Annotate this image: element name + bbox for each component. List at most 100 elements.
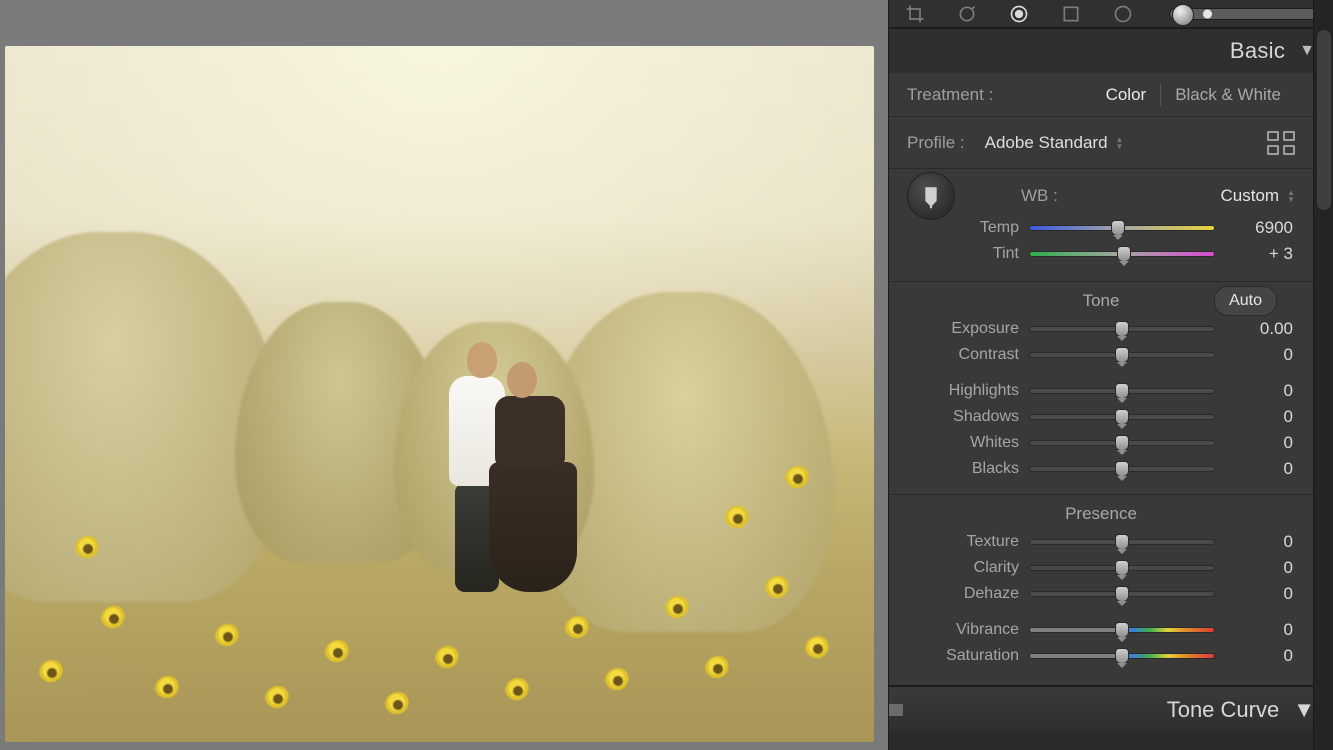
white-balance-group: WB : Custom ▲▼ Temp 6900 Tint bbox=[889, 169, 1313, 282]
texture-value[interactable]: 0 bbox=[1225, 532, 1295, 552]
highlights-label: Highlights bbox=[907, 382, 1019, 400]
basic-panel-header[interactable]: Basic ▼ bbox=[889, 29, 1333, 73]
updown-chev-icon: ▲▼ bbox=[1116, 136, 1124, 150]
clarity-value[interactable]: 0 bbox=[1225, 558, 1295, 578]
flower-shape bbox=[785, 466, 811, 492]
profile-row: Profile : Adobe Standard ▲▼ bbox=[889, 117, 1313, 169]
whites-label: Whites bbox=[907, 434, 1019, 452]
tone-curve-title: Tone Curve bbox=[1167, 697, 1280, 723]
vibrance-value[interactable]: 0 bbox=[1225, 620, 1295, 640]
develop-panel-column: Basic ▼ Treatment : Color Black & White … bbox=[888, 0, 1333, 750]
temp-label: Temp bbox=[907, 219, 1019, 237]
profile-label: Profile : bbox=[907, 133, 965, 153]
basic-panel: Basic ▼ Treatment : Color Black & White … bbox=[889, 28, 1333, 686]
blacks-slider[interactable] bbox=[1029, 461, 1215, 477]
vibrance-slider[interactable] bbox=[1029, 622, 1215, 638]
exposure-label: Exposure bbox=[907, 320, 1019, 338]
subject-couple bbox=[445, 322, 575, 592]
redeye-tool-icon[interactable] bbox=[1005, 3, 1033, 25]
texture-label: Texture bbox=[907, 533, 1019, 551]
radial-filter-tool-icon[interactable] bbox=[1109, 3, 1137, 25]
dehaze-value[interactable]: 0 bbox=[1225, 584, 1295, 604]
panel-scrollbar[interactable] bbox=[1313, 0, 1333, 750]
chevron-down-icon: ▼ bbox=[1293, 697, 1315, 723]
flower-shape bbox=[665, 596, 691, 622]
highlights-slider[interactable] bbox=[1029, 383, 1215, 399]
whites-slider[interactable] bbox=[1029, 435, 1215, 451]
tone-curve-panel-header[interactable]: Tone Curve ▼ bbox=[889, 686, 1333, 732]
auto-tone-button[interactable]: Auto bbox=[1214, 286, 1277, 316]
temp-slider[interactable] bbox=[1029, 220, 1215, 236]
presence-heading: Presence bbox=[1065, 504, 1137, 524]
subject-woman bbox=[495, 362, 570, 592]
adjustment-brush-size-slider[interactable] bbox=[1169, 8, 1321, 20]
flower-shape bbox=[101, 606, 127, 632]
updown-chev-icon: ▲▼ bbox=[1287, 189, 1295, 203]
flower-shape bbox=[385, 692, 411, 718]
flower-shape bbox=[325, 640, 351, 666]
dehaze-label: Dehaze bbox=[907, 585, 1019, 603]
vibrance-label: Vibrance bbox=[907, 621, 1019, 639]
panel-toggle-icon[interactable] bbox=[889, 704, 903, 716]
preview-area bbox=[0, 0, 888, 750]
local-adjustment-toolstrip bbox=[889, 0, 1333, 28]
treatment-color-option[interactable]: Color bbox=[1092, 85, 1161, 105]
tint-slider[interactable] bbox=[1029, 246, 1215, 262]
wb-eyedropper-button[interactable] bbox=[907, 172, 955, 220]
blacks-label: Blacks bbox=[907, 460, 1019, 478]
flower-shape bbox=[505, 678, 531, 704]
tint-row: Tint + 3 bbox=[907, 241, 1295, 267]
shadows-value[interactable]: 0 bbox=[1225, 407, 1295, 427]
flower-shape bbox=[435, 646, 461, 672]
highlights-value[interactable]: 0 bbox=[1225, 381, 1295, 401]
clarity-slider[interactable] bbox=[1029, 560, 1215, 576]
temp-value[interactable]: 6900 bbox=[1225, 218, 1295, 238]
clarity-label: Clarity bbox=[907, 559, 1019, 577]
shadows-slider[interactable] bbox=[1029, 409, 1215, 425]
exposure-value[interactable]: 0.00 bbox=[1225, 319, 1295, 339]
profile-value: Adobe Standard bbox=[985, 133, 1108, 153]
profile-dropdown[interactable]: Adobe Standard ▲▼ bbox=[985, 133, 1124, 153]
wb-preset-value: Custom bbox=[1221, 186, 1280, 206]
flower-shape bbox=[565, 616, 591, 642]
wb-label: WB : bbox=[1021, 186, 1058, 206]
exposure-slider[interactable] bbox=[1029, 321, 1215, 337]
shadows-label: Shadows bbox=[907, 408, 1019, 426]
treatment-row: Treatment : Color Black & White bbox=[889, 73, 1313, 117]
blacks-value[interactable]: 0 bbox=[1225, 459, 1295, 479]
temp-row: Temp 6900 bbox=[907, 215, 1295, 241]
saturation-slider[interactable] bbox=[1029, 648, 1215, 664]
saturation-label: Saturation bbox=[907, 647, 1019, 665]
flower-shape bbox=[605, 668, 631, 694]
presence-group: Presence Texture 0 Clarity 0 Dehaze 0 Vi… bbox=[889, 495, 1313, 685]
tint-label: Tint bbox=[907, 245, 1019, 263]
texture-slider[interactable] bbox=[1029, 534, 1215, 550]
whites-value[interactable]: 0 bbox=[1225, 433, 1295, 453]
flower-shape bbox=[215, 624, 241, 650]
flower-shape bbox=[705, 656, 731, 682]
scrollbar-thumb[interactable] bbox=[1317, 30, 1331, 210]
tone-group: Tone Auto Exposure 0.00 Contrast 0 Highl… bbox=[889, 282, 1313, 495]
preview-image[interactable] bbox=[5, 46, 874, 742]
flower-shape bbox=[75, 536, 101, 562]
graduated-filter-tool-icon[interactable] bbox=[1057, 3, 1085, 25]
crop-tool-icon[interactable] bbox=[901, 3, 929, 25]
tone-heading: Tone bbox=[1083, 291, 1120, 311]
wb-preset-dropdown[interactable]: Custom ▲▼ bbox=[1221, 186, 1296, 206]
saturation-value[interactable]: 0 bbox=[1225, 646, 1295, 666]
flower-shape bbox=[805, 636, 831, 662]
flower-shape bbox=[265, 686, 291, 712]
treatment-bw-option[interactable]: Black & White bbox=[1161, 85, 1295, 105]
basic-panel-title: Basic bbox=[1230, 38, 1285, 64]
flower-shape bbox=[39, 660, 65, 686]
dehaze-slider[interactable] bbox=[1029, 586, 1215, 602]
eyedropper-icon bbox=[913, 178, 950, 215]
spot-removal-tool-icon[interactable] bbox=[953, 3, 981, 25]
flower-shape bbox=[155, 676, 181, 702]
tint-value[interactable]: + 3 bbox=[1225, 244, 1295, 264]
flower-shape bbox=[765, 576, 791, 602]
profile-browser-icon[interactable] bbox=[1267, 131, 1295, 155]
contrast-slider[interactable] bbox=[1029, 347, 1215, 363]
treatment-label: Treatment : bbox=[907, 85, 993, 105]
contrast-value[interactable]: 0 bbox=[1225, 345, 1295, 365]
